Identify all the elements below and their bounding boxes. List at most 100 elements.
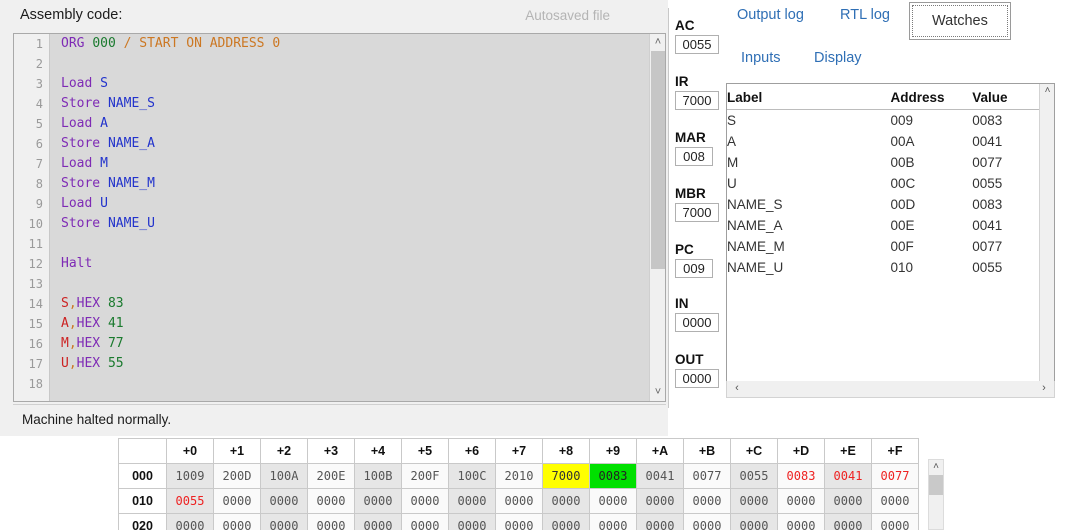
memory-cell[interactable]: 100C [448, 463, 496, 489]
memory-cell[interactable]: 0000 [213, 513, 261, 530]
memory-cell[interactable]: 0055 [166, 488, 214, 514]
memory-cell[interactable]: 0041 [636, 463, 684, 489]
memory-cell[interactable]: 200D [213, 463, 261, 489]
memory-cell[interactable]: 7000 [542, 463, 590, 489]
memory-cell[interactable]: 0000 [260, 488, 308, 514]
tab-output-log[interactable]: Output log [730, 2, 811, 28]
memory-cell[interactable]: 0077 [871, 463, 919, 489]
memory-cell[interactable]: 0000 [354, 513, 402, 530]
watch-row[interactable]: U 00C 0055 [727, 173, 1054, 194]
memory-cell[interactable]: 0000 [871, 513, 919, 530]
memory-cell[interactable]: 100B [354, 463, 402, 489]
memory-col-header: +7 [495, 438, 543, 464]
memory-cell[interactable]: 0000 [777, 513, 825, 530]
watch-row[interactable]: S 009 0083 [727, 110, 1054, 132]
memory-cell[interactable]: 100A [260, 463, 308, 489]
memory-cell[interactable]: 0000 [824, 488, 872, 514]
memory-cell[interactable]: 0000 [260, 513, 308, 530]
watch-row[interactable]: A 00A 0041 [727, 131, 1054, 152]
memory-cell[interactable]: 0000 [636, 513, 684, 530]
scroll-up-icon[interactable]: ˄ [650, 34, 665, 51]
scroll-down-icon[interactable]: ˅ [650, 384, 665, 401]
watch-row[interactable]: NAME_S 00D 0083 [727, 194, 1054, 215]
memory-cell[interactable]: 0000 [683, 488, 731, 514]
code-token: S [100, 76, 108, 91]
memory-cell[interactable]: 0000 [495, 513, 543, 530]
tab-watches[interactable]: Watches [909, 2, 1011, 40]
register-out: OUT 0000 [675, 352, 719, 388]
memory-cell[interactable]: 0000 [401, 513, 449, 530]
memory-cell[interactable]: 0000 [495, 488, 543, 514]
scroll-up-icon[interactable]: ˄ [929, 460, 943, 474]
editor-vertical-scrollbar[interactable]: ˄ ˅ [649, 34, 665, 401]
line-number: 3 [35, 77, 43, 91]
register-panel: AC 0055 IR 7000 MAR 008 MBR 7000 PC 009 IN 0000 OUT 0… [668, 8, 720, 408]
watch-address: 00F [890, 239, 914, 254]
register-value[interactable]: 0000 [675, 369, 719, 388]
memory-cell[interactable]: 0000 [354, 488, 402, 514]
memory-cell[interactable]: 1009 [166, 463, 214, 489]
memory-cell[interactable]: 0000 [683, 513, 731, 530]
code-editor[interactable]: 1 2 3 4 5 6 7 8 9 10 11 12 13 14 15 16 17 18 ORG 000 / ST… [13, 33, 666, 402]
memory-cell[interactable]: 2010 [495, 463, 543, 489]
memory-cell[interactable]: 200F [401, 463, 449, 489]
line-number: 5 [35, 117, 43, 131]
memory-cell[interactable]: 0000 [871, 488, 919, 514]
scrollbar-thumb[interactable] [929, 475, 943, 495]
code-token: , [68, 316, 77, 331]
watch-row[interactable]: M 00B 0077 [727, 152, 1054, 173]
memory-cell[interactable]: 0000 [636, 488, 684, 514]
tab-rtl-log[interactable]: RTL log [833, 2, 897, 28]
memory-row-address: 000 [118, 463, 167, 489]
watches-horizontal-scrollbar[interactable]: ‹ › [726, 381, 1055, 398]
memory-col-header: +9 [589, 438, 637, 464]
register-value[interactable]: 0000 [675, 313, 719, 332]
memory-cell[interactable]: 0000 [448, 513, 496, 530]
memory-cell[interactable]: 0000 [730, 513, 778, 530]
watches-vertical-scrollbar[interactable]: ˄ ˅ [1039, 84, 1054, 394]
memory-cell[interactable]: 0000 [166, 513, 214, 530]
register-value[interactable]: 7000 [675, 91, 719, 110]
scroll-up-icon[interactable]: ˄ [1040, 84, 1054, 99]
memory-cell[interactable]: 0000 [542, 488, 590, 514]
tab-display[interactable]: Display [807, 45, 869, 71]
watch-row[interactable]: NAME_A 00E 0041 [727, 215, 1054, 236]
scroll-right-icon[interactable]: › [1036, 381, 1052, 396]
code-text-area[interactable]: ORG 000 / START ON ADDRESS 0 Load S Store… [51, 34, 648, 401]
scrollbar-thumb[interactable] [651, 51, 665, 269]
memory-cell[interactable]: 0000 [730, 488, 778, 514]
code-line: Load M [61, 154, 648, 174]
register-value[interactable]: 0055 [675, 35, 719, 54]
watches-col-address: Address [890, 84, 973, 110]
memory-cell[interactable]: 0000 [542, 513, 590, 530]
memory-cell[interactable]: 0000 [213, 488, 261, 514]
watch-row[interactable]: NAME_U 010 0055 [727, 257, 1054, 278]
memory-cell[interactable]: 0000 [589, 488, 637, 514]
memory-cell[interactable]: 0000 [307, 513, 355, 530]
memory-cell[interactable]: 0083 [777, 463, 825, 489]
memory-cell[interactable]: 0055 [730, 463, 778, 489]
memory-cell[interactable]: 0000 [824, 513, 872, 530]
tab-inputs[interactable]: Inputs [734, 45, 788, 71]
memory-cell[interactable]: 0000 [401, 488, 449, 514]
memory-cell[interactable]: 0000 [448, 488, 496, 514]
memory-cell[interactable]: 200E [307, 463, 355, 489]
watch-label: NAME_A [727, 218, 783, 233]
memory-cell[interactable]: 0000 [777, 488, 825, 514]
watch-row[interactable]: NAME_M 00F 0077 [727, 236, 1054, 257]
scroll-left-icon[interactable]: ‹ [729, 381, 745, 396]
memory-cell[interactable]: 0083 [589, 463, 637, 489]
memory-cell[interactable]: 0041 [824, 463, 872, 489]
register-value[interactable]: 7000 [675, 203, 719, 222]
memory-vertical-scrollbar[interactable]: ˄ [928, 459, 944, 530]
code-token: U [61, 356, 69, 371]
memory-cell[interactable]: 0077 [683, 463, 731, 489]
memory-cell[interactable]: 0000 [589, 513, 637, 530]
memory-cell[interactable]: 0000 [307, 488, 355, 514]
memory-row-address: 010 [118, 488, 167, 514]
register-value[interactable]: 009 [675, 259, 713, 278]
register-value[interactable]: 008 [675, 147, 713, 166]
